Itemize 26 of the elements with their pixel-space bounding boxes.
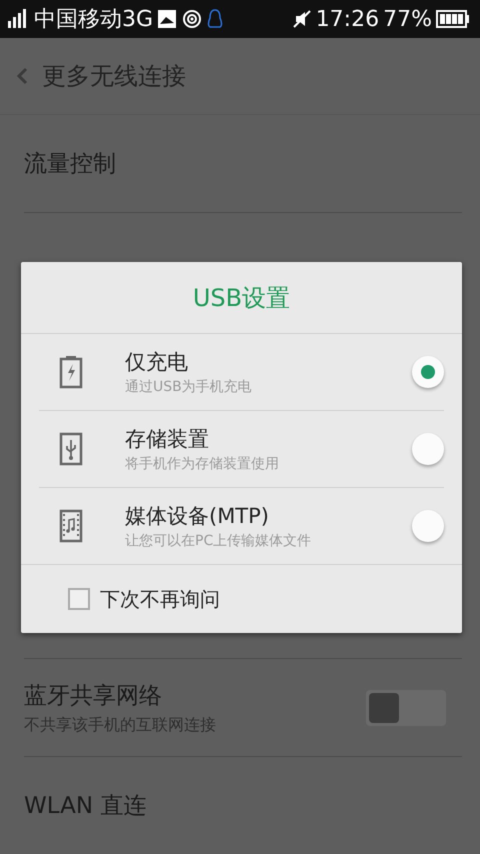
battery-icon (436, 10, 470, 28)
image-icon (157, 9, 178, 29)
option-label[interactable]: 存储装置 (125, 425, 412, 453)
penguin-icon (207, 9, 224, 29)
back-icon[interactable] (16, 67, 28, 85)
usb-icon (59, 432, 83, 466)
option-label[interactable]: 仅充电 (125, 348, 412, 376)
option-description: 将手机作为存储装置使用 (125, 455, 280, 473)
carrier-name: 中国移动3G (34, 6, 154, 34)
battery-percent: 77% (383, 6, 432, 32)
page-title: 更多无线连接 (42, 61, 186, 92)
clock-time: 17:26 (316, 6, 380, 32)
hotspot-icon (181, 9, 204, 29)
checkbox-label[interactable]: 下次不再询问 (100, 586, 220, 612)
dialog-title: USB设置 (21, 262, 462, 334)
toggle-switch[interactable] (366, 690, 446, 726)
radio-button[interactable] (412, 510, 444, 542)
radio-button[interactable] (412, 433, 444, 465)
mute-icon (292, 9, 312, 29)
radio-button[interactable] (412, 356, 444, 388)
checkbox[interactable] (68, 588, 90, 610)
option-description: 让您可以在PC上传输媒体文件 (125, 532, 312, 550)
battery-icon (59, 355, 83, 389)
option-description: 通过USB为手机充电 (125, 378, 253, 396)
film-music-icon (59, 509, 83, 543)
option-label[interactable]: 媒体设备(MTP) (125, 502, 412, 530)
